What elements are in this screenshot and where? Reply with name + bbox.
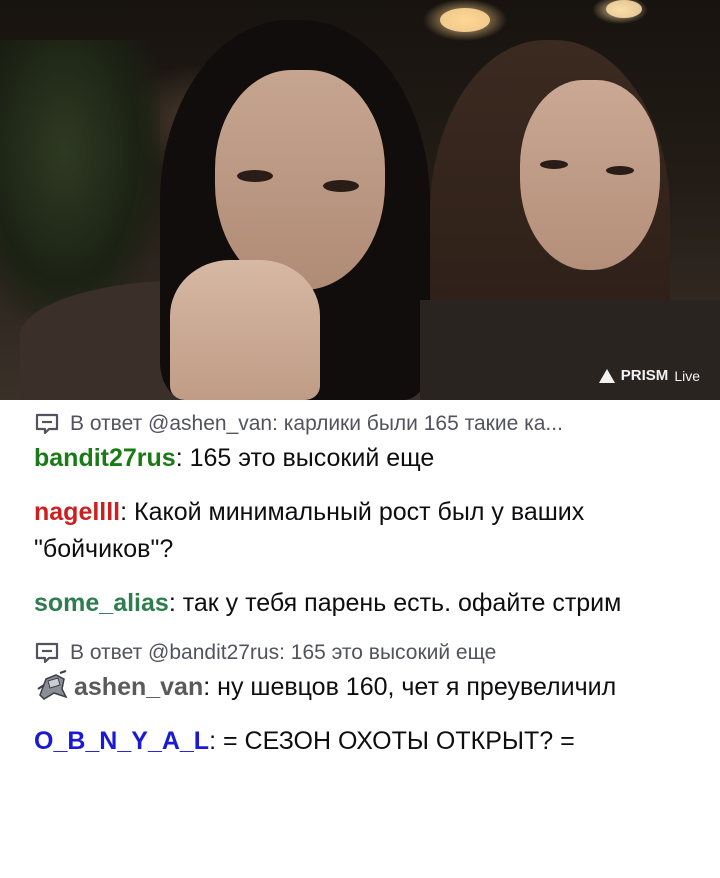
robot-knight-badge-icon[interactable] (34, 669, 70, 701)
person-left-face (215, 70, 385, 290)
person-left-hand (170, 260, 320, 400)
chat-username[interactable]: O_B_N_Y_A_L (34, 727, 209, 755)
chat-username[interactable]: some_alias (34, 589, 169, 617)
chat-text: : = СЕЗОН ОХОТЫ ОТКРЫТ? = (209, 727, 575, 755)
ceiling-lamp (606, 0, 642, 18)
chat-message: nagellll: Какой минимальный рост был у в… (34, 494, 686, 568)
chat-message: ashen_van: ну шевцов 160, чет я преувели… (34, 669, 686, 706)
reply-text: В ответ @bandit27rus: 165 это высокий ещ… (70, 641, 497, 664)
person-right-face (520, 80, 660, 270)
reply-text: В ответ @ashen_van: карлики были 165 так… (70, 412, 563, 435)
chat-message: O_B_N_Y_A_L: = СЕЗОН ОХОТЫ ОТКРЫТ? = (34, 723, 686, 760)
chat-text: : 165 это высокий еще (175, 444, 435, 472)
reply-reference[interactable]: В ответ @bandit27rus: 165 это высокий ещ… (34, 639, 686, 667)
chat-list: В ответ @ashen_van: карлики были 165 так… (0, 400, 720, 760)
chat-message: some_alias: так у тебя парень есть. офай… (34, 585, 686, 622)
person-right-top (420, 300, 720, 400)
chat-message: bandit27rus: 165 это высокий еще (34, 440, 686, 477)
reply-thread-icon (35, 413, 59, 435)
ceiling-lamp (440, 8, 490, 32)
watermark-brand: PRISM (620, 367, 669, 384)
reply-reference[interactable]: В ответ @ashen_van: карлики были 165 так… (34, 410, 686, 438)
chat-username[interactable]: nagellll (34, 498, 120, 526)
prism-live-watermark: PRISM Live (598, 367, 700, 384)
reply-thread-icon (35, 642, 59, 664)
prism-logo-icon (598, 368, 615, 383)
chat-text: : ну шевцов 160, чет я преувеличил (203, 673, 617, 701)
stream-video[interactable]: PRISM Live (0, 0, 720, 400)
chat-username[interactable]: bandit27rus (34, 444, 176, 472)
chat-text: : так у тебя парень есть. офайте стрим (168, 589, 622, 617)
background-plant (0, 40, 160, 320)
chat-username[interactable]: ashen_van (74, 673, 203, 701)
watermark-suffix: Live (674, 367, 700, 384)
